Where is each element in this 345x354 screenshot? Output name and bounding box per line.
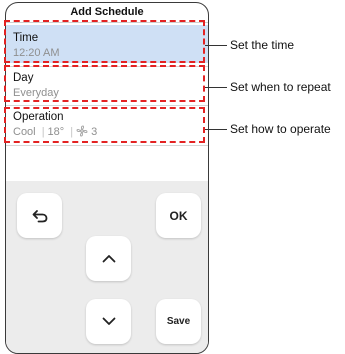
callout-line bbox=[205, 45, 227, 46]
down-button[interactable] bbox=[86, 299, 131, 344]
back-button[interactable] bbox=[17, 193, 62, 238]
time-highlight-box bbox=[4, 20, 205, 63]
callout-line bbox=[205, 87, 227, 88]
row-divider bbox=[6, 105, 208, 106]
callout-time: Set the time bbox=[230, 38, 295, 52]
callout-day: Set when to repeat bbox=[230, 80, 331, 94]
keypad-area: OK Save bbox=[6, 181, 208, 353]
chevron-down-icon bbox=[102, 317, 116, 326]
row-divider bbox=[6, 145, 208, 146]
callout-operation: Set how to operate bbox=[230, 122, 331, 136]
day-highlight-box bbox=[4, 65, 205, 102]
save-button[interactable]: Save bbox=[156, 299, 201, 344]
screen-title: Add Schedule bbox=[70, 6, 144, 18]
ok-button[interactable]: OK bbox=[156, 193, 201, 238]
operation-highlight-box bbox=[4, 107, 205, 143]
chevron-up-icon bbox=[102, 254, 116, 263]
callout-line bbox=[205, 129, 227, 130]
up-button[interactable] bbox=[86, 236, 131, 281]
back-arrow-icon bbox=[32, 209, 48, 223]
